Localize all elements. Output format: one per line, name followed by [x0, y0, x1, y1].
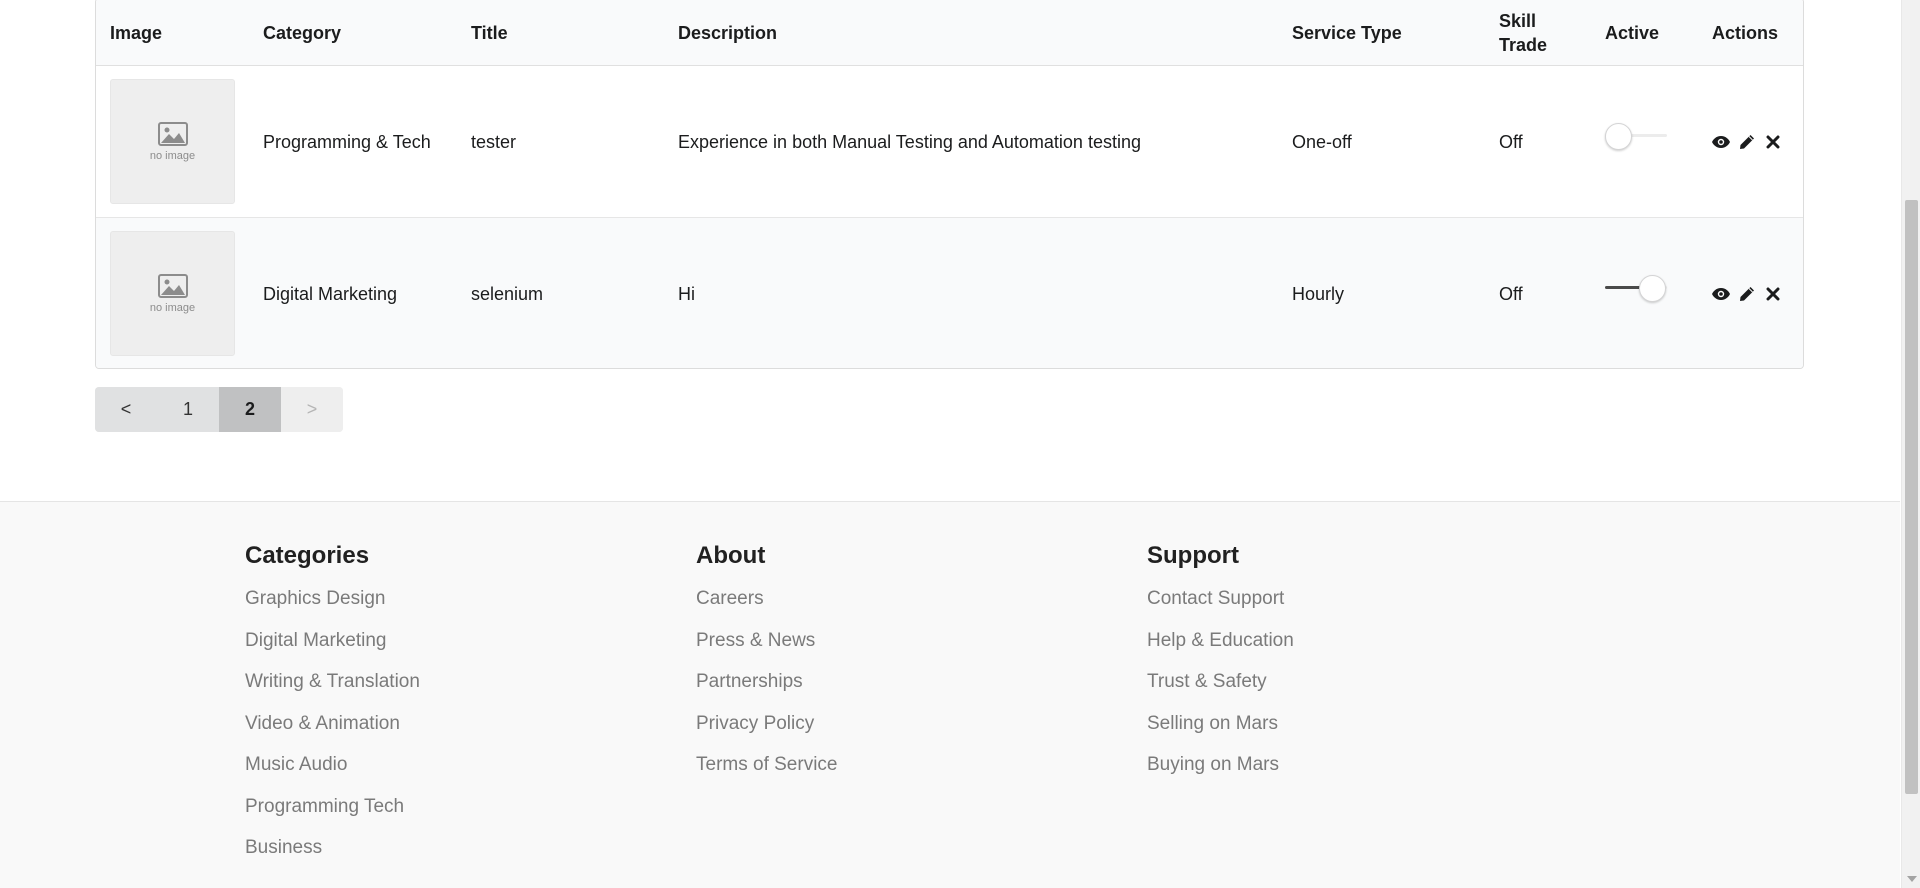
cell-title: selenium [471, 283, 544, 304]
vertical-scrollbar[interactable] [1901, 0, 1920, 888]
table-header: Image Category Title Description Service… [96, 0, 1803, 66]
cell-service-type: One-off [1292, 131, 1352, 152]
header-active: Active [1605, 22, 1660, 43]
footer-link[interactable]: Digital Marketing [245, 630, 420, 652]
cell-category: Programming & Tech [263, 131, 431, 152]
active-toggle[interactable] [1605, 122, 1667, 150]
eye-icon[interactable] [1712, 285, 1730, 303]
no-image-label: no image [149, 149, 196, 162]
footer-link[interactable]: Contact Support [1147, 588, 1294, 610]
footer-link[interactable]: Press & News [696, 630, 837, 652]
table-row: no image Digital Marketing selenium Hi H… [96, 218, 1803, 368]
footer-link[interactable]: Buying on Mars [1147, 754, 1294, 776]
footer-link[interactable]: Writing & Translation [245, 671, 420, 693]
header-skill-trade: Skill Trade [1499, 10, 1548, 55]
scroll-down-arrow-icon[interactable] [1907, 876, 1917, 882]
footer-link[interactable]: Trust & Safety [1147, 671, 1294, 693]
footer-about-heading: About [696, 542, 766, 569]
header-category: Category [263, 22, 342, 43]
services-table: Image Category Title Description Service… [95, 0, 1804, 369]
footer-link[interactable]: Privacy Policy [696, 713, 837, 735]
no-image-thumbnail: no image [110, 231, 235, 356]
footer: Categories Graphics Design Digital Marke… [0, 501, 1900, 888]
footer-link[interactable]: Video & Animation [245, 713, 420, 735]
footer-link[interactable]: Help & Education [1147, 630, 1294, 652]
page-button-2[interactable]: 2 [219, 387, 281, 432]
cell-description: Hi [678, 283, 695, 304]
cell-service-type: Hourly [1292, 283, 1345, 304]
cell-skill-trade: Off [1499, 283, 1523, 304]
footer-categories-heading: Categories [245, 542, 370, 569]
active-toggle[interactable] [1605, 274, 1667, 302]
cell-category: Digital Marketing [263, 283, 398, 304]
eye-icon[interactable] [1712, 133, 1730, 151]
pagination: < 1 2 > [95, 387, 343, 432]
header-description: Description [678, 22, 778, 43]
scrollbar-thumb[interactable] [1905, 200, 1918, 794]
close-icon[interactable] [1764, 133, 1782, 151]
toggle-knob [1639, 275, 1666, 302]
image-placeholder-icon [157, 121, 188, 146]
footer-support: Support Contact Support Help & Education… [1147, 542, 1294, 796]
header-actions: Actions [1712, 22, 1779, 43]
footer-link[interactable]: Graphics Design [245, 588, 420, 610]
footer-link[interactable]: Programming Tech [245, 796, 420, 818]
prev-page-button[interactable]: < [95, 387, 157, 432]
table-row: no image Programming & Tech tester Exper… [96, 66, 1803, 218]
next-page-button[interactable]: > [281, 387, 343, 432]
close-icon[interactable] [1764, 285, 1782, 303]
footer-link[interactable]: Terms of Service [696, 754, 837, 776]
toggle-knob [1605, 123, 1632, 150]
header-service-type: Service Type [1292, 22, 1402, 43]
cell-skill-trade: Off [1499, 131, 1523, 152]
footer-link[interactable]: Careers [696, 588, 837, 610]
no-image-label: no image [149, 301, 196, 314]
page-button-1[interactable]: 1 [157, 387, 219, 432]
pencil-icon[interactable] [1738, 285, 1756, 303]
cell-description: Experience in both Manual Testing and Au… [678, 131, 1141, 152]
header-image: Image [110, 22, 163, 43]
footer-support-heading: Support [1147, 542, 1239, 569]
footer-categories: Categories Graphics Design Digital Marke… [245, 542, 420, 879]
cell-title: tester [471, 131, 517, 152]
row-actions [1712, 285, 1782, 303]
footer-link[interactable]: Selling on Mars [1147, 713, 1294, 735]
no-image-thumbnail: no image [110, 79, 235, 204]
pencil-icon[interactable] [1738, 133, 1756, 151]
header-title: Title [471, 22, 508, 43]
footer-about: About Careers Press & News Partnerships … [696, 542, 837, 796]
footer-link[interactable]: Partnerships [696, 671, 837, 693]
image-placeholder-icon [157, 273, 188, 298]
footer-link[interactable]: Business [245, 837, 420, 859]
footer-link[interactable]: Music Audio [245, 754, 420, 776]
row-actions [1712, 133, 1782, 151]
